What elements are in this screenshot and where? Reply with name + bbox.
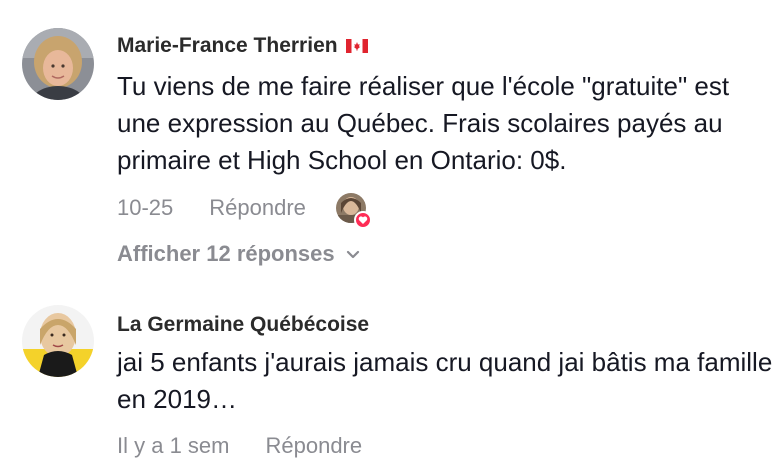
show-replies-label: Afficher 12 réponses: [117, 241, 335, 266]
comment-text: Tu viens de me faire réaliser que l'écol…: [117, 71, 730, 175]
reply-button[interactable]: Répondre: [209, 195, 306, 221]
author-name: La Germaine Québécoise: [117, 313, 370, 336]
reply-button[interactable]: Répondre: [265, 433, 362, 459]
avatar-image: [22, 28, 94, 100]
show-replies-button[interactable]: Afficher 12 réponses: [117, 241, 361, 267]
avatar-image: [22, 305, 94, 377]
comment-meta: Il y a 1 sem Répondre: [117, 433, 362, 459]
canada-flag-icon: [345, 39, 368, 53]
avatar[interactable]: [22, 28, 94, 100]
comment-date: Il y a 1 sem: [117, 433, 230, 458]
comment-meta: 10-25 Répondre: [117, 193, 372, 229]
avatar[interactable]: [22, 305, 94, 377]
comment-item: Marie-France Therrien Tu viens de me fai…: [0, 0, 784, 290]
creator-liked-badge: [335, 193, 372, 229]
chevron-down-icon: [346, 250, 359, 259]
heart-icon: [353, 211, 372, 229]
comment-author[interactable]: Marie-France Therrien: [117, 34, 368, 58]
comment-date: 10-25: [117, 195, 174, 220]
author-name: Marie-France Therrien: [117, 34, 338, 57]
comment-author[interactable]: La Germaine Québécoise: [117, 313, 369, 337]
comment-text: jai 5 enfants j'aurais jamais cru quand …: [117, 347, 773, 414]
comment-item: La Germaine Québécoise jai 5 enfants j'a…: [0, 290, 784, 472]
